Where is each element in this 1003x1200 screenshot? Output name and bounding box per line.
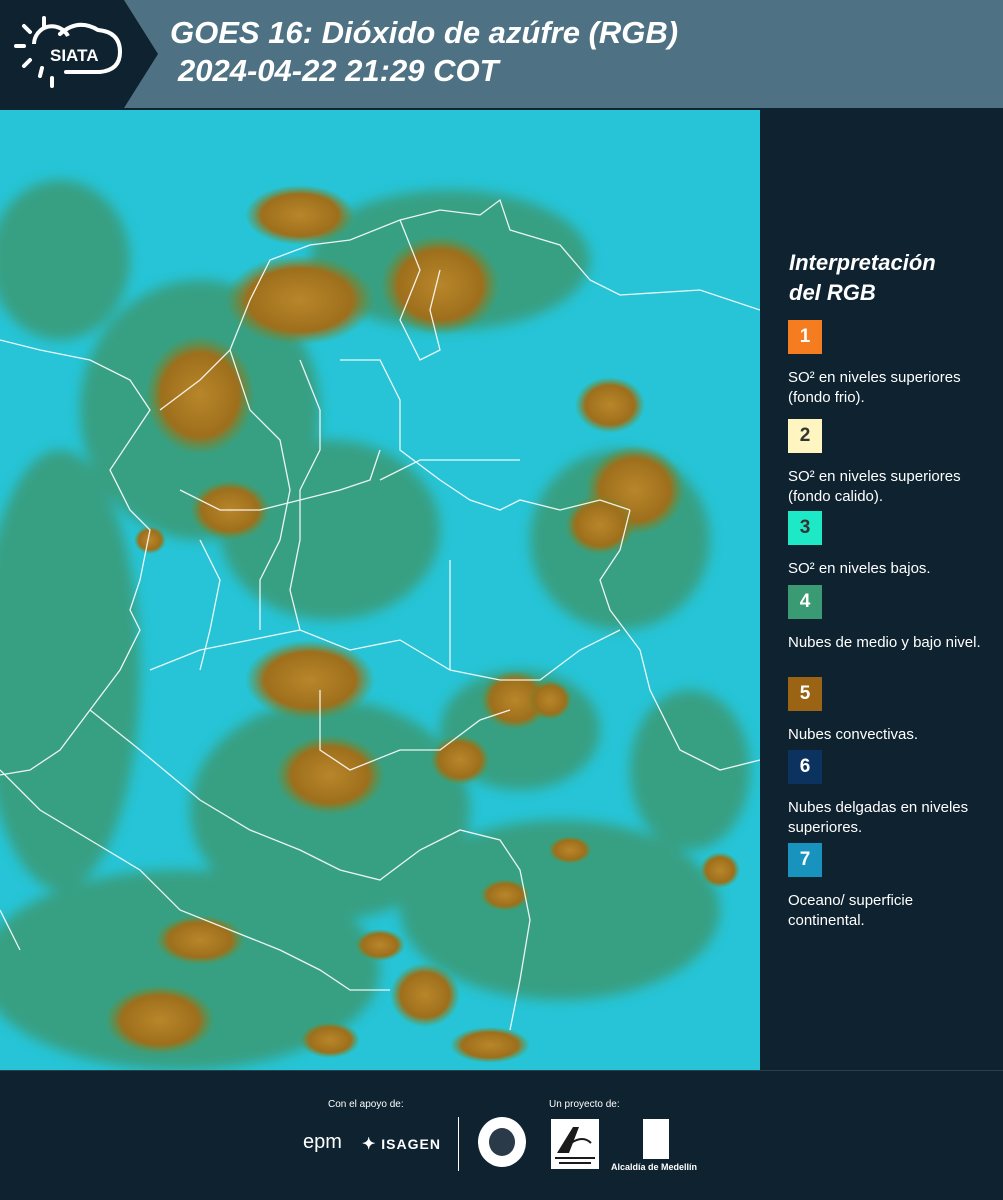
legend-item-label: SO² en niveles superiores (fondo frio). xyxy=(788,369,961,406)
legend-panel: Interpretación del RGB 1 SO² en niveles … xyxy=(760,108,1003,1070)
legend-item-4: 4 Nubes de medio y bajo nivel. xyxy=(788,585,988,653)
legend-swatch: 6 xyxy=(788,750,822,784)
support-label: Con el apoyo de: xyxy=(328,1099,404,1110)
alcaldia-logo-text: Alcaldía de Medellín xyxy=(611,1162,698,1172)
legend-swatch: 2 xyxy=(788,419,822,453)
isagen-logo: ✦ ISAGEN xyxy=(362,1134,441,1154)
legend-item-label: SO² en niveles superiores (fondo calido)… xyxy=(788,468,961,505)
siata-logo: SIATA xyxy=(0,0,158,108)
siata-logo-text: SIATA xyxy=(50,46,98,65)
legend-item-label: Oceano/ superficie continental. xyxy=(788,892,914,929)
legend-item-5: 5 Nubes convectivas. xyxy=(788,677,988,745)
legend-item-6: 6 Nubes delgadas en niveles superiores. xyxy=(788,750,988,838)
legend-item-label: SO² en niveles bajos. xyxy=(788,560,931,577)
legend-item-label: Nubes convectivas. xyxy=(788,726,919,743)
satellite-map xyxy=(0,110,760,1070)
area-metropolitana-logo xyxy=(551,1119,599,1169)
legend-item-label: Nubes de medio y bajo nivel. xyxy=(788,634,981,651)
legend-item-label: Nubes delgadas en niveles superiores. xyxy=(788,799,969,836)
footer-bar: Con el apoyo de: Un proyecto de: epm ✦ I… xyxy=(0,1070,1003,1200)
page-title: GOES 16: Dióxido de azúfre (RGB) 2024-04… xyxy=(170,14,678,90)
legend-swatch: 7 xyxy=(788,843,822,877)
header-bar: SIATA GOES 16: Dióxido de azúfre (RGB) 2… xyxy=(0,0,1003,108)
title-timestamp: 2024-04-22 21:29 COT xyxy=(178,53,499,88)
legend-item-2: 2 SO² en niveles superiores (fondo calid… xyxy=(788,419,988,507)
legend-item-1: 1 SO² en niveles superiores (fondo frio)… xyxy=(788,320,988,408)
medellin-seal-inner xyxy=(489,1128,515,1156)
legend-title-line2: del RGB xyxy=(789,280,876,305)
legend-swatch: 4 xyxy=(788,585,822,619)
legend-title-line1: Interpretación xyxy=(789,250,936,275)
legend-title: Interpretación del RGB xyxy=(789,248,936,308)
legend-item-3: 3 SO² en niveles bajos. xyxy=(788,511,988,579)
legend-swatch: 5 xyxy=(788,677,822,711)
legend-swatch: 3 xyxy=(788,511,822,545)
isagen-mark-icon: ✦ xyxy=(362,1136,377,1153)
legend-swatch: 1 xyxy=(788,320,822,354)
footer-divider xyxy=(458,1117,459,1171)
epm-logo: epm xyxy=(303,1131,342,1153)
alcaldia-shield-icon xyxy=(643,1119,669,1159)
title-product: GOES 16: Dióxido de azúfre (RGB) xyxy=(170,15,679,50)
isagen-logo-text: ISAGEN xyxy=(381,1136,441,1152)
project-label: Un proyecto de: xyxy=(549,1099,620,1110)
legend-item-7: 7 Oceano/ superficie continental. xyxy=(788,843,988,931)
